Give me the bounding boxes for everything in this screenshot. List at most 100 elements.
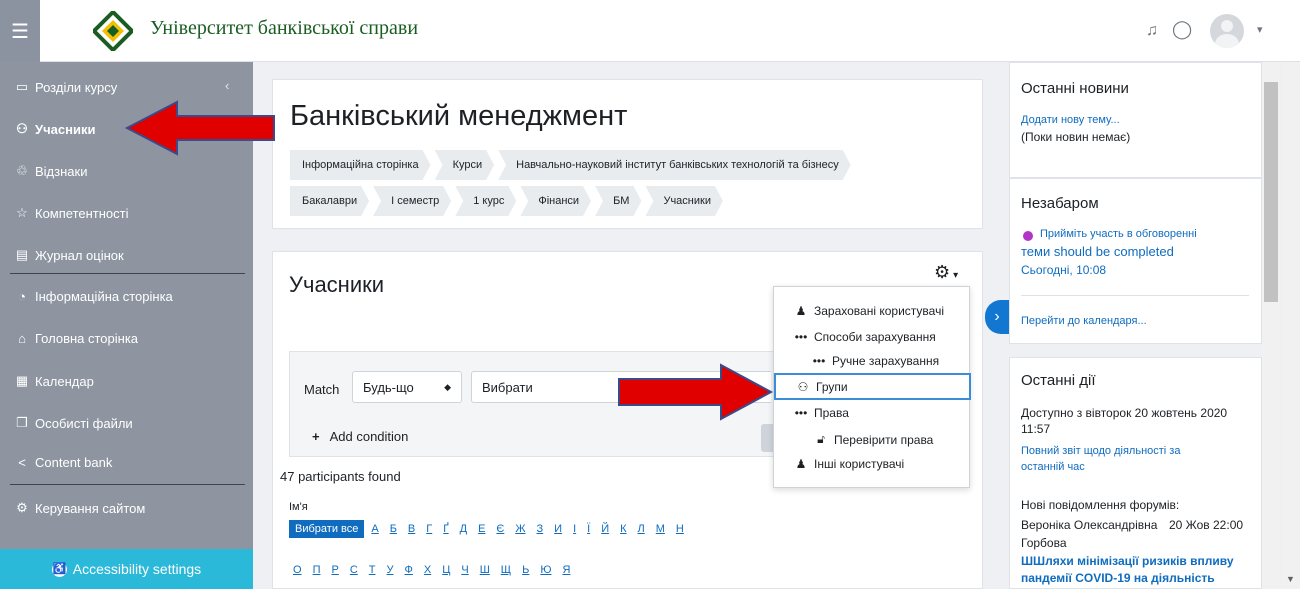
full-report-link-line2[interactable]: останній час — [1021, 460, 1085, 475]
initial-letter[interactable]: Ж — [511, 520, 529, 538]
add-topic-link[interactable]: Додати нову тему... — [1021, 113, 1120, 128]
sidebar-item-badges[interactable]: ♲ Відзнаки — [14, 163, 87, 179]
goto-calendar-link[interactable]: Перейти до календаря... — [1021, 314, 1147, 329]
initial-letter[interactable]: Ю — [536, 561, 555, 579]
sidebar-item-label: Розділи курсу — [35, 79, 118, 95]
block-title: Останні дії — [1021, 372, 1096, 389]
initial-letter[interactable]: Н — [672, 520, 688, 538]
initial-letter[interactable]: Б — [386, 520, 401, 538]
breadcrumb-item[interactable]: Бакалаври — [290, 186, 369, 216]
breadcrumb-item[interactable]: БМ — [595, 186, 641, 216]
university-logo[interactable] — [93, 11, 133, 51]
initial-letter[interactable]: Г — [422, 520, 436, 538]
menu-item-other-users[interactable]: ♟ Інші користувачі — [794, 457, 905, 471]
initial-letter[interactable]: Д — [456, 520, 471, 538]
chat-bubble-icon[interactable]: ◯ — [1172, 19, 1192, 40]
initial-letter[interactable]: Л — [634, 520, 649, 538]
event-link-line2[interactable]: теми should be completed — [1021, 243, 1174, 261]
initial-letter[interactable]: С — [346, 561, 362, 579]
initial-letter[interactable]: Щ — [497, 561, 515, 579]
accessibility-settings-button[interactable]: ♿ Accessibility settings — [0, 549, 253, 589]
sidebar-item-private-files[interactable]: ❐ Особисті файли — [14, 415, 133, 431]
available-time: 11:57 — [1021, 422, 1051, 436]
match-select[interactable]: Будь-що ◆ — [352, 371, 462, 403]
initial-letter[interactable]: Ґ — [439, 520, 452, 538]
sidebar-item-label: Календар — [35, 373, 94, 389]
scrollbar-thumb[interactable] — [1264, 82, 1278, 302]
menu-item-groups[interactable]: ⚇ Групи — [774, 373, 971, 400]
block-drawer-toggle[interactable]: › — [985, 300, 1009, 334]
initial-letter[interactable]: Й — [597, 520, 613, 538]
initial-letter[interactable]: А — [367, 520, 382, 538]
initial-letter[interactable]: И — [550, 520, 566, 538]
breadcrumb-item[interactable]: І семестр — [373, 186, 451, 216]
initials-bar-first: Вибрати все АБВГҐДЕЄЖЗИІЇЙКЛМН — [289, 520, 688, 538]
initial-letter[interactable]: Ь — [518, 561, 533, 579]
gear-icon[interactable]: ⚙ ▾ — [934, 262, 958, 283]
post-title-link-line2[interactable]: пандемії COVID-19 на діяльність — [1021, 570, 1215, 587]
site-name[interactable]: Університет банківської справи — [150, 17, 418, 40]
full-report-link[interactable]: Повний звіт щодо діяльності за — [1021, 444, 1180, 459]
sidebar-item-grades[interactable]: ▤ Журнал оцінок — [14, 247, 124, 263]
initial-letter[interactable]: Р — [327, 561, 342, 579]
initial-letter[interactable]: Ї — [583, 520, 594, 538]
top-navbar: ☰ Університет банківської справи ♫ ◯ ▾ — [0, 0, 1300, 62]
menu-item-label: Ручне зарахування — [832, 354, 940, 368]
chevron-down-icon[interactable]: ▾ — [1257, 23, 1263, 36]
collapse-icon[interactable]: ‹ — [225, 78, 229, 93]
content-scrollbar[interactable] — [1262, 62, 1280, 589]
menu-item-enrolled-users[interactable]: ♟ Зараховані користувачі — [794, 304, 944, 318]
bell-icon[interactable]: ♫ — [1146, 22, 1158, 40]
initial-letter[interactable]: Ш — [476, 561, 494, 579]
breadcrumb-item[interactable]: Інформаційна сторінка — [290, 150, 431, 180]
initial-letter[interactable]: Є — [492, 520, 508, 538]
sidebar-item-dashboard[interactable]: ◔ Інформаційна сторінка — [14, 289, 173, 304]
initial-letter[interactable]: М — [652, 520, 669, 538]
breadcrumb-item[interactable]: Учасники — [645, 186, 723, 216]
initial-letter[interactable]: І — [569, 520, 580, 538]
chevron-right-icon: › — [994, 308, 1000, 325]
user-avatar-icon[interactable] — [1210, 14, 1244, 48]
event-time[interactable]: Сьогодні, 10:08 — [1021, 262, 1106, 279]
initial-letter[interactable]: П — [309, 561, 325, 579]
initial-letter[interactable]: Ц — [438, 561, 454, 579]
menu-item-permissions[interactable]: ••• Права — [794, 406, 849, 420]
breadcrumb-item[interactable]: Курси — [435, 150, 495, 180]
sidebar-item-sections[interactable]: ▭ Розділи курсу — [14, 79, 117, 95]
event-link[interactable]: Прийміть участь в обговоренні — [1040, 227, 1197, 242]
initial-letter[interactable]: З — [533, 520, 548, 538]
sidebar-item-site-admin[interactable]: ⚙ Керування сайтом — [14, 500, 145, 516]
select-all-initial[interactable]: Вибрати все — [289, 520, 365, 538]
hamburger-icon[interactable]: ☰ — [0, 0, 40, 62]
post-author: Вероніка Олександрівна — [1021, 518, 1158, 532]
sidebar-item-content-bank[interactable]: < Content bank — [14, 455, 112, 470]
page-scrollbar[interactable]: ▲ ▼ — [1282, 0, 1300, 589]
initial-letter[interactable]: Е — [474, 520, 489, 538]
sidebar-item-competencies[interactable]: ☆ Компетентності — [14, 205, 128, 221]
new-posts-label: Нові повідомлення форумів: — [1021, 498, 1180, 512]
initial-letter[interactable]: О — [289, 561, 306, 579]
section-title: Учасники — [289, 272, 385, 297]
menu-item-check-permissions[interactable]: 🔓︎ Перевірити права — [814, 432, 933, 447]
menu-item-manual-enrolment[interactable]: ••• Ручне зарахування — [812, 354, 939, 368]
initial-letter[interactable]: Я — [558, 561, 574, 579]
initial-letter[interactable]: У — [383, 561, 398, 579]
initial-letter[interactable]: Т — [365, 561, 380, 579]
initial-letter[interactable]: Х — [420, 561, 435, 579]
sidebar-item-calendar[interactable]: ▦ Календар — [14, 373, 94, 389]
initial-letter[interactable]: В — [404, 520, 419, 538]
add-condition-button[interactable]: + Add condition — [312, 429, 408, 444]
menu-item-enrolment-methods[interactable]: ••• Способи зарахування — [794, 330, 936, 344]
post-title-link[interactable]: ШШляхи мінімізації ризиків впливу — [1021, 553, 1234, 570]
sidebar-item-participants[interactable]: ⚇ Учасники — [14, 121, 95, 137]
sidebar-item-home[interactable]: ⌂ Головна сторінка — [14, 331, 138, 346]
initial-letter[interactable]: Ч — [457, 561, 472, 579]
breadcrumb-item[interactable]: 1 курс — [455, 186, 516, 216]
users-icon: ⚇ — [797, 379, 809, 394]
scroll-down-icon[interactable]: ▼ — [1286, 574, 1295, 584]
breadcrumb-item[interactable]: Навчально-науковий інститут банківських … — [498, 150, 851, 180]
breadcrumb-item[interactable]: Фінанси — [520, 186, 591, 216]
menu-item-label: Перевірити права — [834, 432, 934, 447]
initial-letter[interactable]: Ф — [401, 561, 417, 579]
initial-letter[interactable]: К — [616, 520, 630, 538]
